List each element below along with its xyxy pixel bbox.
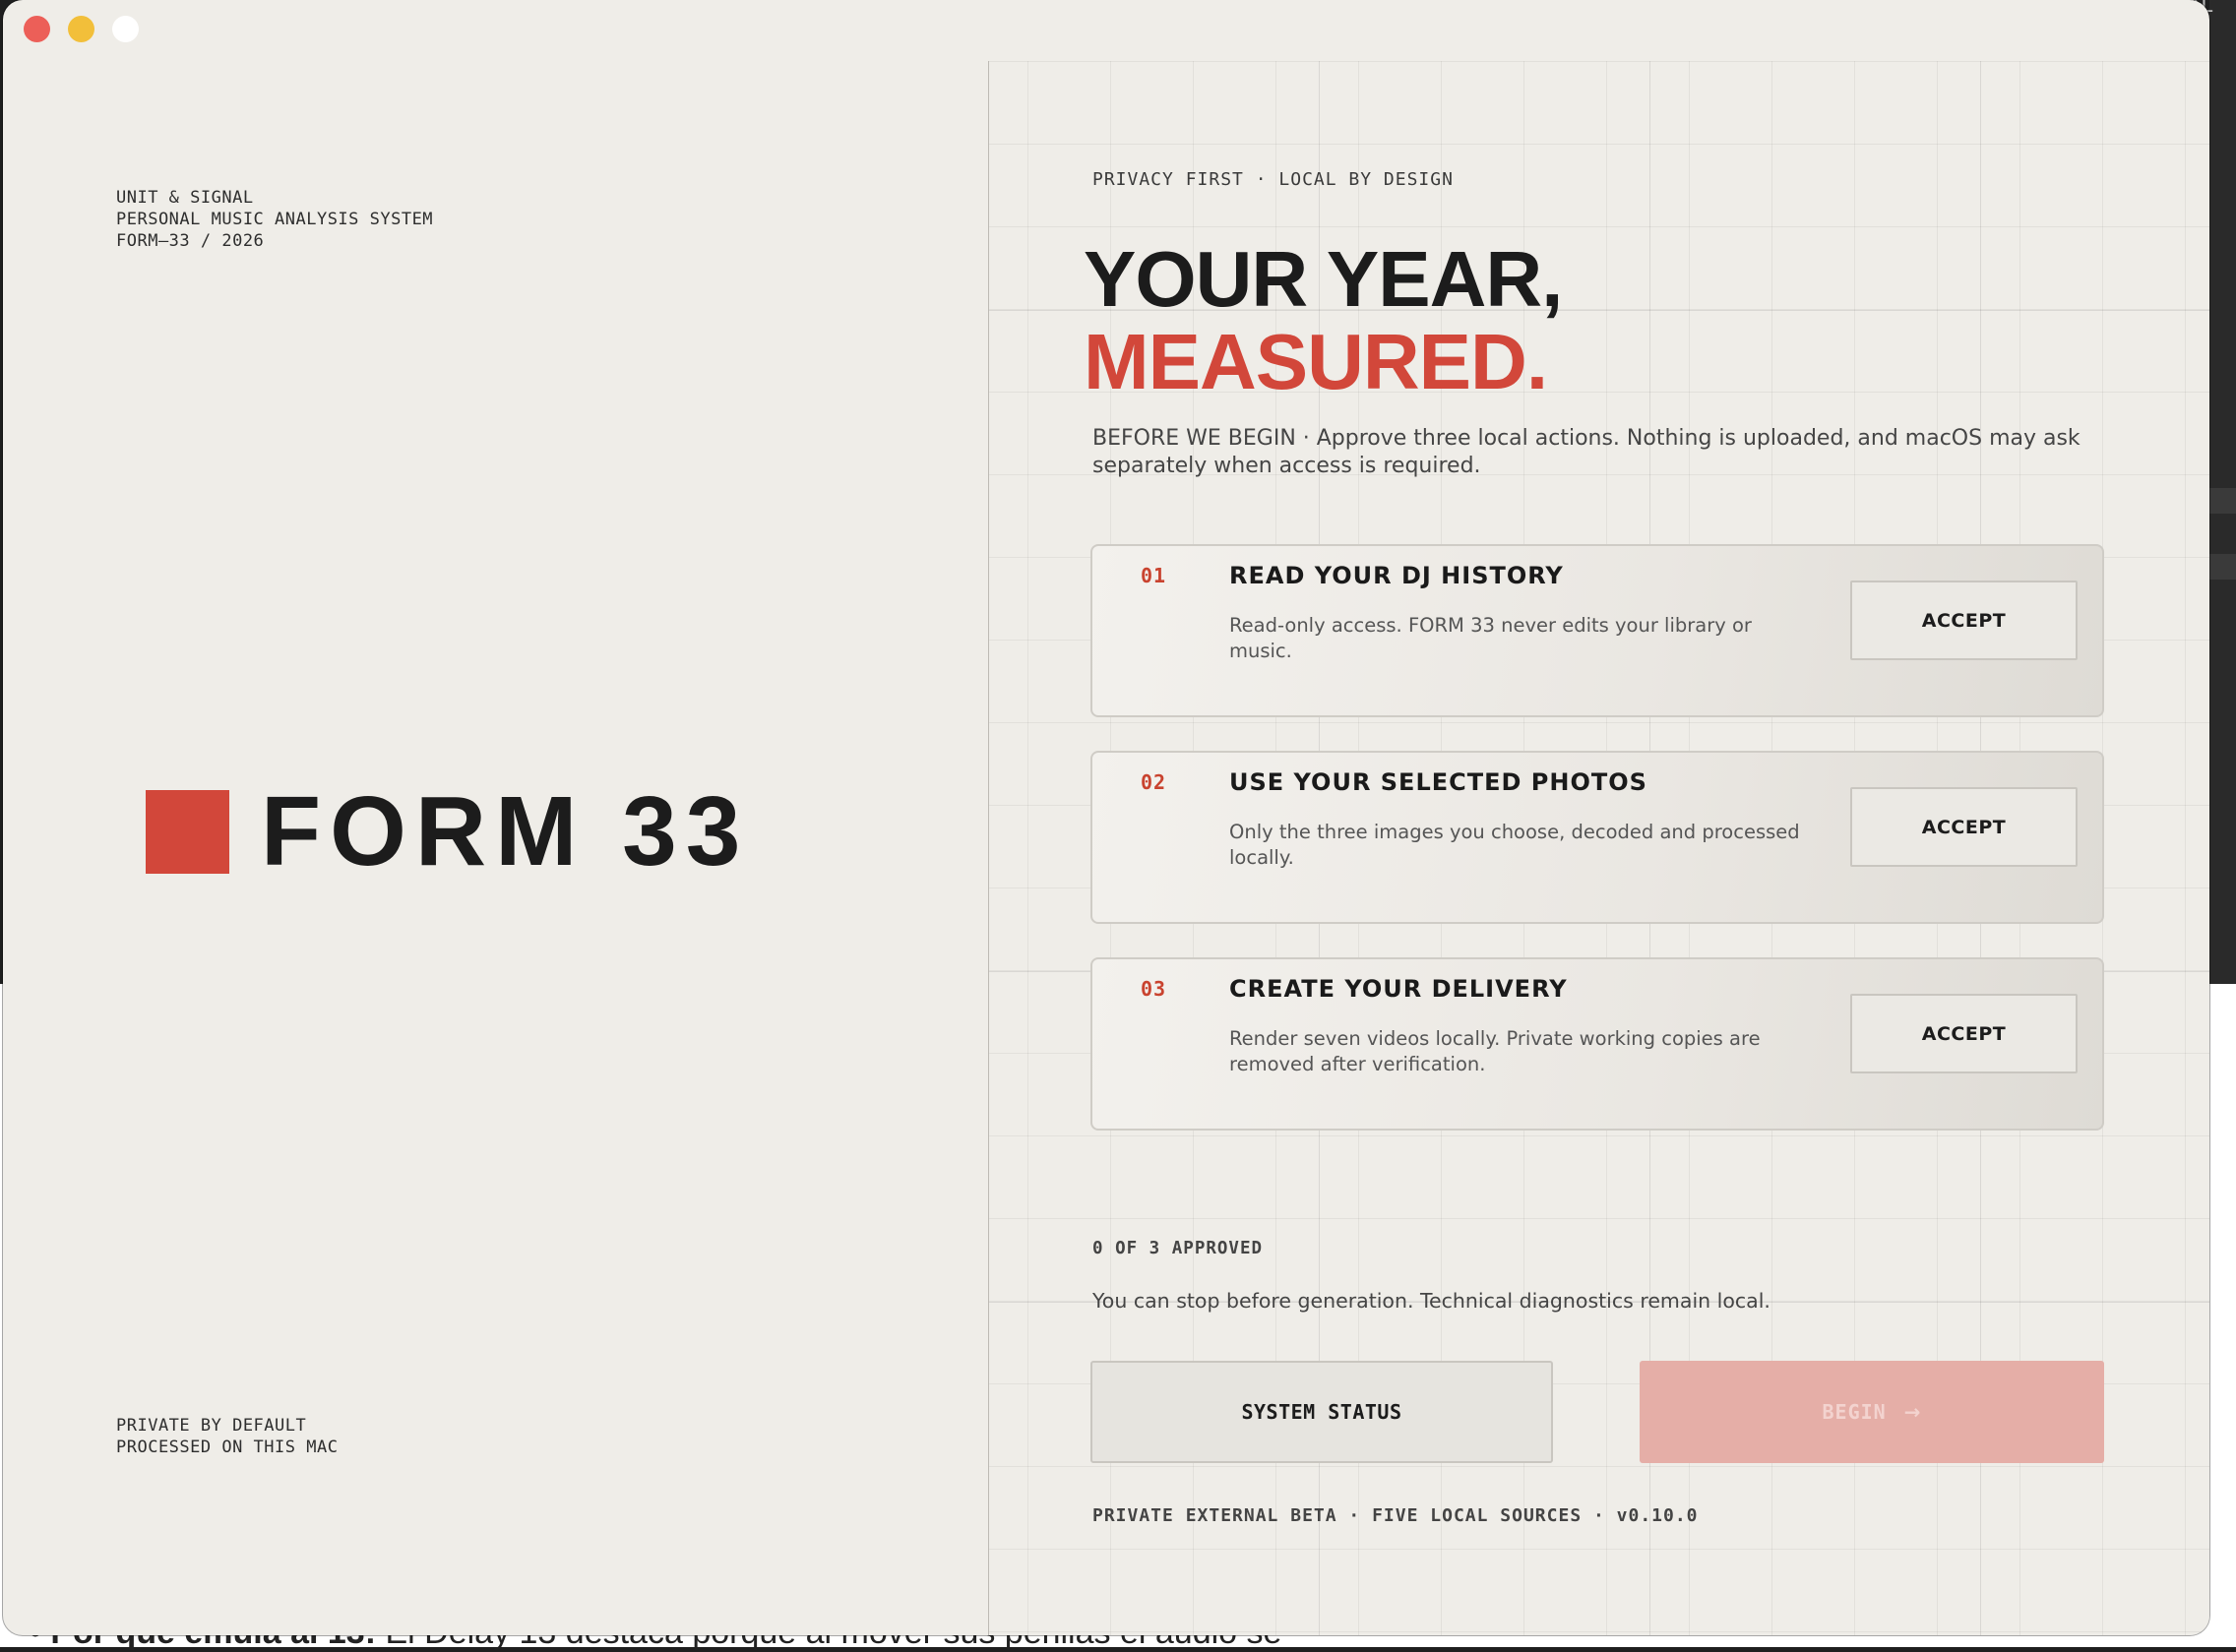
page-title: YOUR YEAR, MEASURED. bbox=[1084, 235, 1563, 405]
headline-line-2: MEASURED. bbox=[1084, 318, 1548, 405]
privacy-footer: PRIVATE BY DEFAULT PROCESSED ON THIS MAC bbox=[116, 1415, 338, 1458]
eyebrow: PRIVACY FIRST · LOCAL BY DESIGN bbox=[1092, 169, 1454, 190]
step-description: Read-only access. FORM 33 never edits yo… bbox=[1229, 614, 1752, 662]
meta-line: FORM—33 / 2026 bbox=[116, 231, 265, 251]
brand-name: FORM 33 bbox=[261, 776, 750, 887]
step-card-photos: 02 USE YOUR SELECTED PHOTOS Only the thr… bbox=[1090, 751, 2104, 924]
accept-photos-button[interactable]: ACCEPT bbox=[1850, 787, 2078, 867]
step-card-dj-history: 01 READ YOUR DJ HISTORY Read-only access… bbox=[1090, 544, 2104, 717]
step-number: 01 bbox=[1141, 564, 1167, 587]
system-meta: UNIT & SIGNAL PERSONAL MUSIC ANALYSIS SY… bbox=[116, 187, 433, 252]
brand-square-icon bbox=[146, 789, 229, 874]
approval-counter: 0 OF 3 APPROVED bbox=[1092, 1239, 1264, 1258]
step-title: CREATE YOUR DELIVERY bbox=[1229, 975, 1568, 1003]
app-window: UNIT & SIGNAL PERSONAL MUSIC ANALYSIS SY… bbox=[3, 0, 2209, 1635]
version-footer: PRIVATE EXTERNAL BETA · FIVE LOCAL SOURC… bbox=[1092, 1505, 1699, 1526]
step-title: READ YOUR DJ HISTORY bbox=[1229, 562, 1564, 589]
step-card-delivery: 03 CREATE YOUR DELIVERY Render seven vid… bbox=[1090, 957, 2104, 1131]
onboarding-panel: PRIVACY FIRST · LOCAL BY DESIGN YOUR YEA… bbox=[989, 61, 2209, 1635]
footer-line: PRIVATE BY DEFAULT bbox=[116, 1416, 307, 1436]
meta-line: UNIT & SIGNAL bbox=[116, 188, 254, 208]
begin-button[interactable]: BEGIN → bbox=[1640, 1361, 2104, 1463]
accept-dj-history-button[interactable]: ACCEPT bbox=[1850, 581, 2078, 660]
intro-text: BEFORE WE BEGIN · Approve three local ac… bbox=[1092, 426, 2081, 478]
background-app-strip bbox=[2209, 0, 2236, 984]
brand-panel: UNIT & SIGNAL PERSONAL MUSIC ANALYSIS SY… bbox=[3, 0, 988, 1635]
brand-logo: FORM 33 bbox=[146, 782, 749, 881]
step-description: Render seven videos locally. Private wor… bbox=[1229, 1027, 1761, 1075]
step-title: USE YOUR SELECTED PHOTOS bbox=[1229, 768, 1647, 796]
accept-delivery-button[interactable]: ACCEPT bbox=[1850, 994, 2078, 1073]
arrow-right-icon: → bbox=[1903, 1400, 1922, 1424]
step-number: 03 bbox=[1141, 977, 1167, 1001]
step-description: Only the three images you choose, decode… bbox=[1229, 821, 1800, 869]
step-number: 02 bbox=[1141, 770, 1167, 794]
begin-label: BEGIN bbox=[1822, 1400, 1887, 1424]
meta-line: PERSONAL MUSIC ANALYSIS SYSTEM bbox=[116, 210, 434, 229]
headline-line-1: YOUR YEAR, bbox=[1084, 235, 1563, 323]
system-status-label: SYSTEM STATUS bbox=[1241, 1400, 1402, 1424]
stop-note: You can stop before generation. Technica… bbox=[1092, 1289, 1770, 1313]
system-status-button[interactable]: SYSTEM STATUS bbox=[1090, 1361, 1553, 1463]
footer-line: PROCESSED ON THIS MAC bbox=[116, 1438, 339, 1457]
